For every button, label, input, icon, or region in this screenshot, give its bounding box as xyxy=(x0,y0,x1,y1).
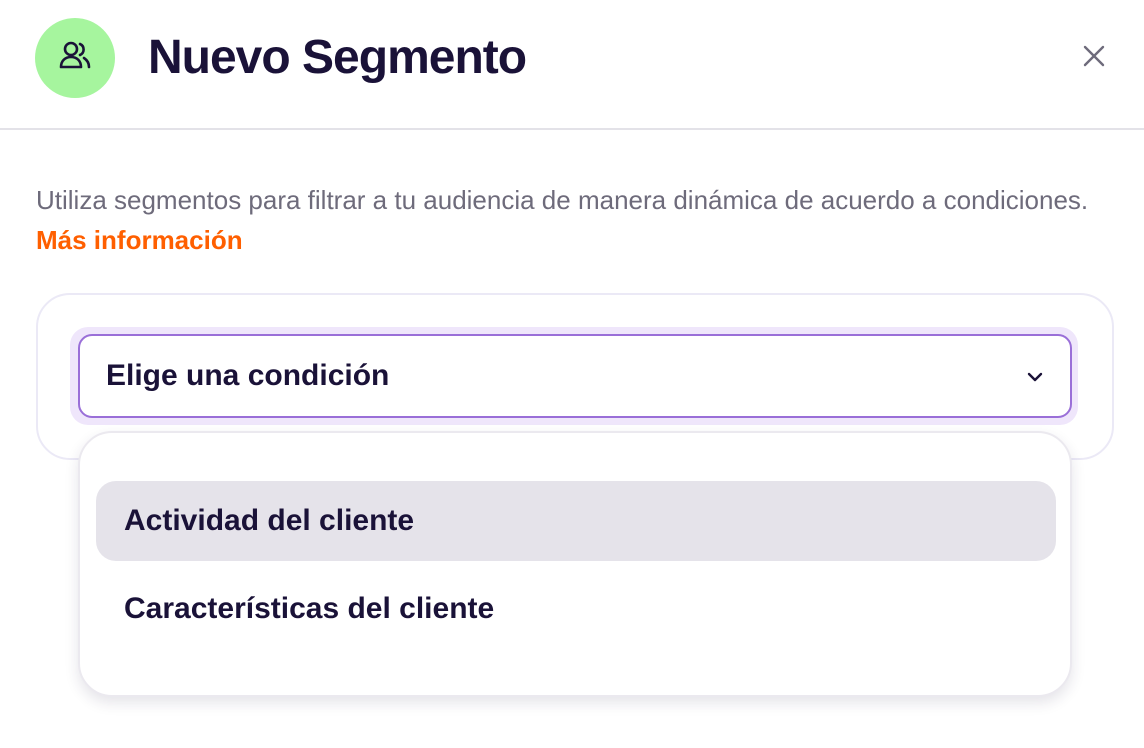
modal-header: Nuevo Segmento xyxy=(0,0,1144,130)
condition-dropdown-menu: Actividad del cliente Características de… xyxy=(78,431,1072,697)
close-icon[interactable] xyxy=(1082,44,1106,73)
modal-title: Nuevo Segmento xyxy=(148,31,527,84)
chevron-down-icon[interactable] xyxy=(1022,364,1048,390)
condition-select[interactable]: Elige una condición xyxy=(78,334,1072,418)
new-segment-modal: Nuevo Segmento Utiliza segmentos para fi… xyxy=(0,0,1144,748)
menu-item-caracteristicas-cliente[interactable]: Características del cliente xyxy=(96,569,1056,649)
more-info-link[interactable]: Más información xyxy=(36,225,243,255)
description-text: Utiliza segmentos para filtrar a tu audi… xyxy=(36,185,1089,215)
users-icon xyxy=(55,36,95,81)
modal-description: Utiliza segmentos para filtrar a tu audi… xyxy=(36,180,1116,260)
close-button[interactable] xyxy=(1076,40,1112,76)
condition-select-value: Elige una condición xyxy=(106,359,390,392)
segment-avatar xyxy=(35,18,115,98)
menu-item-actividad-cliente[interactable]: Actividad del cliente xyxy=(96,481,1056,561)
